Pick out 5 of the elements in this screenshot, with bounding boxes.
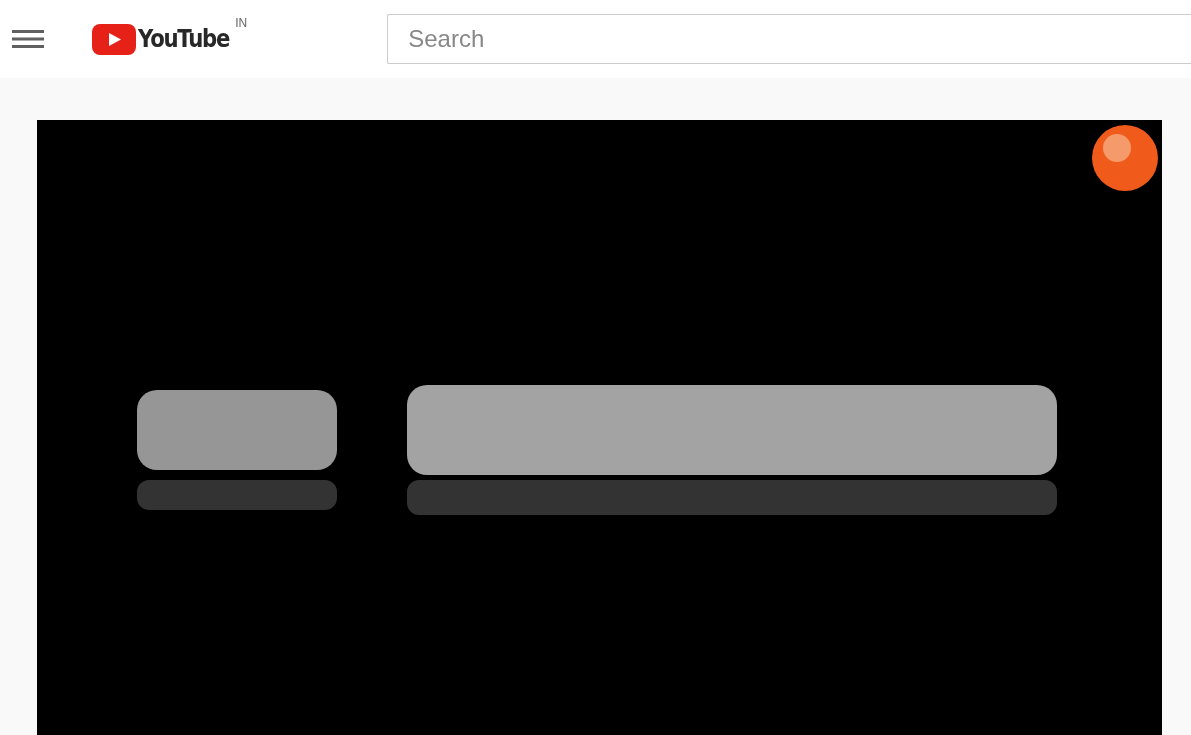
menu-icon[interactable] bbox=[12, 29, 44, 49]
search-field[interactable]: Search bbox=[387, 14, 1191, 64]
play-logo-icon[interactable] bbox=[92, 23, 136, 55]
region-label: IN bbox=[235, 15, 248, 33]
logo-text[interactable]: YouTube bbox=[138, 20, 230, 58]
